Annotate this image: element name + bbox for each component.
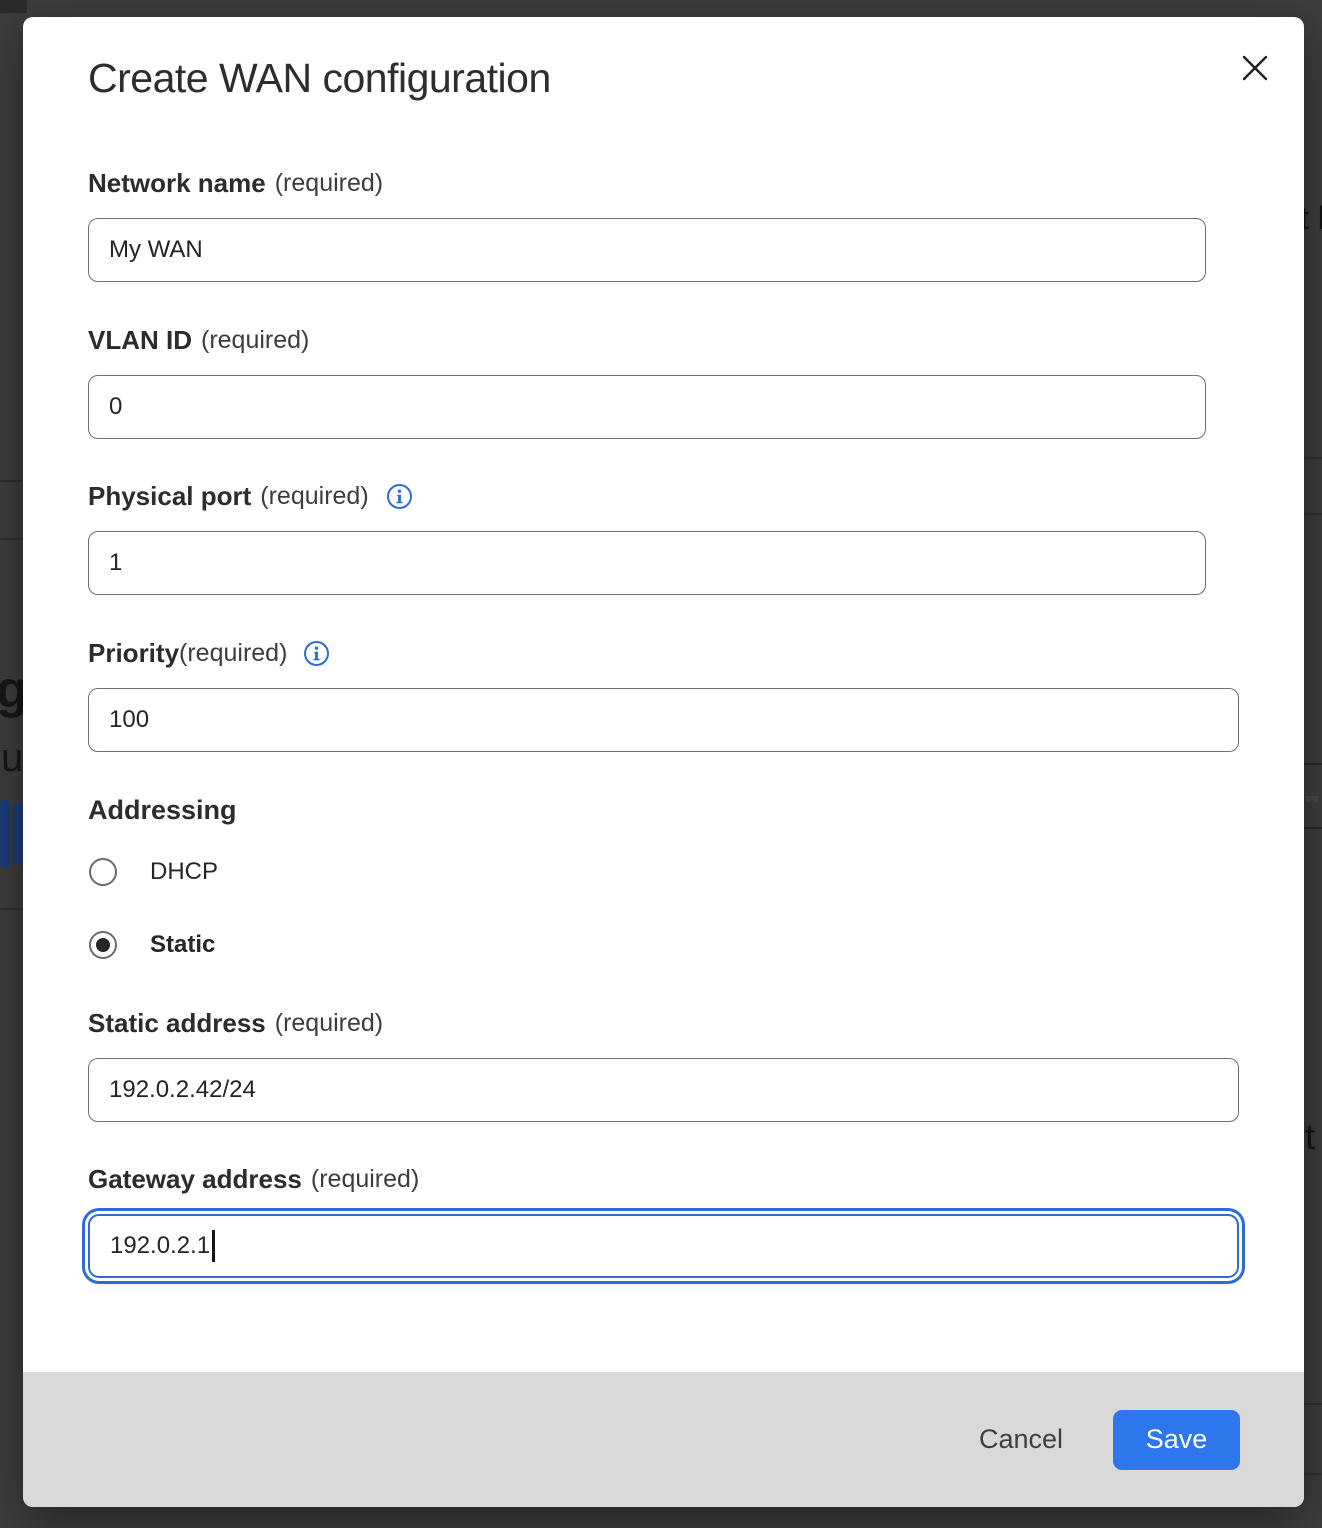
required-hint: (required) bbox=[260, 482, 368, 511]
background-divider bbox=[1304, 763, 1322, 765]
background-button-fragment bbox=[13, 803, 23, 865]
radio-label: Static bbox=[150, 931, 215, 959]
field-label-text: Physical port bbox=[88, 481, 251, 512]
input-value: My WAN bbox=[109, 236, 203, 264]
network-name-input[interactable]: My WAN bbox=[88, 218, 1206, 282]
background-divider bbox=[0, 480, 23, 482]
field-label-text: Static address bbox=[88, 1008, 266, 1039]
static-address-label: Static address (required) bbox=[88, 1007, 1239, 1039]
field-label-text: VLAN ID bbox=[88, 325, 192, 356]
input-value: 192.0.2.1 bbox=[110, 1232, 210, 1260]
input-value: 1 bbox=[109, 549, 122, 577]
background-divider bbox=[0, 538, 23, 540]
network-name-field: Network name (required) My WAN bbox=[88, 167, 1206, 282]
priority-info-button[interactable] bbox=[303, 640, 330, 667]
vlan-id-label: VLAN ID (required) bbox=[88, 324, 1206, 356]
input-value: 0 bbox=[109, 393, 122, 421]
required-hint: (required) bbox=[201, 326, 309, 355]
input-value: 192.0.2.42/24 bbox=[109, 1076, 256, 1104]
field-label-text: Network name bbox=[88, 168, 266, 199]
physical-port-label: Physical port (required) bbox=[88, 480, 1206, 512]
background-text-fragment: t bbox=[1305, 1116, 1315, 1158]
radio-selected-icon bbox=[89, 931, 117, 959]
static-address-field: Static address (required) 192.0.2.42/24 bbox=[88, 1007, 1239, 1122]
required-hint: (required) bbox=[179, 639, 287, 668]
save-button[interactable]: Save bbox=[1113, 1410, 1240, 1470]
background-divider bbox=[1304, 1473, 1322, 1475]
physical-port-field: Physical port (required) 1 bbox=[88, 480, 1206, 595]
gateway-address-input[interactable]: 192.0.2.1 bbox=[88, 1214, 1239, 1278]
required-hint: (required) bbox=[275, 1009, 383, 1038]
background-icon-fragment bbox=[1306, 796, 1318, 802]
physical-port-input[interactable]: 1 bbox=[88, 531, 1206, 595]
static-address-input[interactable]: 192.0.2.42/24 bbox=[88, 1058, 1239, 1122]
background-divider bbox=[1304, 513, 1322, 515]
gateway-address-field: Gateway address (required) 192.0.2.1 bbox=[88, 1163, 1239, 1278]
dialog-footer: Cancel Save bbox=[23, 1372, 1304, 1507]
required-hint: (required) bbox=[275, 169, 383, 198]
info-icon bbox=[386, 483, 413, 510]
background-divider bbox=[0, 908, 23, 910]
field-label-text: Gateway address bbox=[88, 1164, 302, 1195]
network-name-label: Network name (required) bbox=[88, 167, 1206, 199]
background-button-fragment bbox=[0, 800, 10, 868]
radio-label: DHCP bbox=[150, 858, 218, 886]
create-wan-dialog: Create WAN configuration Network name (r… bbox=[23, 17, 1304, 1507]
vlan-id-input[interactable]: 0 bbox=[88, 375, 1206, 439]
text-cursor bbox=[212, 1230, 215, 1262]
input-value: 100 bbox=[109, 706, 149, 734]
dialog-title: Create WAN configuration bbox=[88, 55, 551, 102]
addressing-option-static[interactable]: Static bbox=[89, 929, 215, 961]
background-divider bbox=[1304, 457, 1322, 459]
cancel-button[interactable]: Cancel bbox=[979, 1424, 1063, 1455]
background-divider bbox=[1304, 827, 1322, 829]
info-icon bbox=[303, 640, 330, 667]
background-divider bbox=[1304, 1403, 1322, 1405]
priority-input[interactable]: 100 bbox=[88, 688, 1239, 752]
radio-unselected-icon bbox=[89, 858, 117, 886]
required-hint: (required) bbox=[311, 1165, 419, 1194]
close-button[interactable] bbox=[1237, 50, 1273, 86]
field-label-text: Priority bbox=[88, 638, 179, 669]
gateway-address-label: Gateway address (required) bbox=[88, 1163, 1239, 1195]
addressing-heading: Addressing bbox=[88, 795, 237, 826]
background-text-fragment: u bbox=[1, 736, 23, 781]
vlan-id-field: VLAN ID (required) 0 bbox=[88, 324, 1206, 439]
priority-label: Priority (required) bbox=[88, 637, 1239, 669]
background-topbar-fragment bbox=[0, 0, 27, 13]
addressing-option-dhcp[interactable]: DHCP bbox=[89, 856, 218, 888]
physical-port-info-button[interactable] bbox=[386, 483, 413, 510]
close-icon bbox=[1239, 52, 1271, 84]
priority-field: Priority (required) 100 bbox=[88, 637, 1239, 752]
